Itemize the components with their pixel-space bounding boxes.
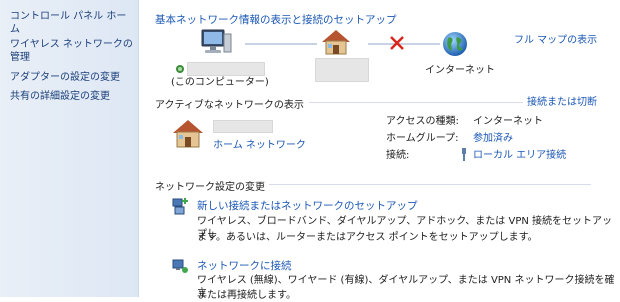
access-type-value: インターネット	[473, 116, 543, 127]
house-icon	[320, 28, 352, 56]
computer-icon	[197, 28, 233, 58]
section-divider-settings	[269, 184, 591, 185]
page-title: 基本ネットワーク情報の表示と接続のセットアップ	[155, 14, 397, 26]
plug-icon	[459, 148, 469, 161]
setup-desc-line2: ます。あるいは、ルーターまたはアクセス ポイントをセットアップします。	[197, 232, 538, 243]
local-area-connection-link[interactable]: ローカル エリア接続	[473, 149, 566, 162]
setup-new-connection-link[interactable]: 新しい接続またはネットワークのセットアップ	[197, 198, 418, 213]
homegroup-label: ホームグループ:	[386, 133, 459, 144]
globe-icon	[441, 30, 469, 58]
access-type-label: アクセスの種類:	[386, 116, 459, 127]
map-line-1	[245, 43, 317, 45]
active-networks-title: アクティブなネットワークの表示	[155, 100, 304, 111]
house-icon	[171, 118, 205, 150]
internet-label: インターネット	[425, 65, 495, 76]
network-connector-icon	[175, 64, 185, 74]
sidebar-item-advanced-sharing[interactable]: 共有の詳細設定の変更	[10, 90, 135, 103]
network-name-redacted	[213, 120, 273, 133]
sidebar: コントロール パネル ホーム ワイヤレス ネットワークの管理 アダプターの設定の…	[0, 0, 139, 297]
computer-name-redacted	[187, 62, 265, 76]
x-icon	[389, 35, 405, 51]
connect-desc-line2: または再接続します。	[197, 290, 296, 301]
sidebar-item-manage-wireless[interactable]: ワイヤレス ネットワークの管理	[10, 38, 135, 64]
network-wizard-icon	[171, 197, 189, 215]
computer-label: (このコンピューター)	[171, 77, 269, 88]
connection-label: 接続:	[386, 150, 410, 161]
full-map-link[interactable]: フル マップの表示	[514, 34, 597, 47]
network-type-link[interactable]: ホーム ネットワーク	[213, 139, 306, 152]
connect-disconnect-link[interactable]: 接続または切断	[527, 96, 597, 109]
network-connect-icon	[171, 257, 189, 275]
network-name-redacted	[315, 58, 369, 82]
homegroup-link[interactable]: 参加済み	[473, 132, 513, 145]
section-divider-active	[309, 102, 523, 103]
main-content: 基本ネットワーク情報の表示と接続のセットアップ フル マップの表示 (このコンピ…	[139, 0, 620, 301]
settings-section-title: ネットワーク設定の変更	[155, 182, 265, 193]
connect-to-network-link[interactable]: ネットワークに接続	[197, 258, 292, 273]
sidebar-item-control-panel-home[interactable]: コントロール パネル ホーム	[10, 10, 135, 36]
sidebar-item-adapter-settings[interactable]: アダプターの設定の変更	[10, 71, 135, 84]
